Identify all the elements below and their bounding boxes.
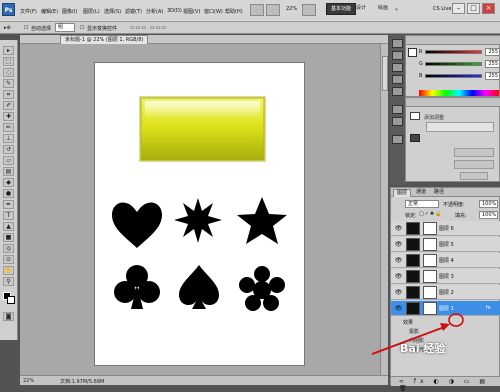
annotation-circle xyxy=(448,313,464,327)
annotation-overlay xyxy=(371,313,464,355)
watermark-logo: Bai 经验 xyxy=(400,342,446,355)
annotation-arrowhead xyxy=(440,323,450,331)
